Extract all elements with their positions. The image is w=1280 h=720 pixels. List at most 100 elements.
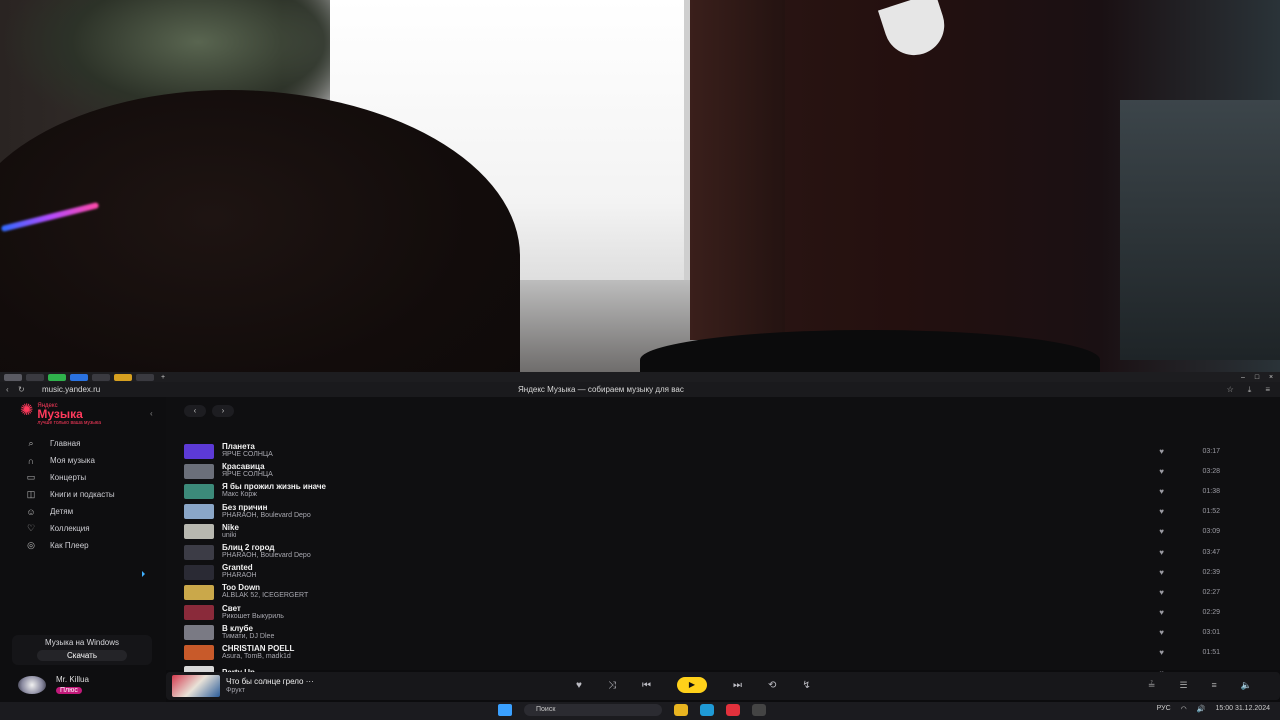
- back-button[interactable]: ‹: [184, 405, 206, 417]
- clock[interactable]: 15:00 31.12.2024: [1215, 705, 1270, 713]
- track-artist[interactable]: ЯРЧЕ СОЛНЦА: [222, 451, 273, 459]
- next-icon[interactable]: ⏭: [733, 680, 742, 691]
- track-cover[interactable]: [184, 483, 214, 499]
- track-row[interactable]: В клубе Тимати, DJ Dlee ♥ 03:01: [184, 623, 1260, 643]
- bookmark-icon[interactable]: ☆: [1227, 385, 1234, 395]
- like-icon[interactable]: ♥: [1159, 608, 1164, 617]
- app-icon[interactable]: [752, 704, 766, 716]
- folder-icon[interactable]: [674, 704, 688, 716]
- track-cover[interactable]: [184, 625, 214, 641]
- track-row[interactable]: Свет Рикошет Выкуриль ♥ 02:29: [184, 603, 1260, 623]
- track-cover[interactable]: [184, 463, 214, 479]
- like-icon[interactable]: ♥: [1159, 467, 1164, 476]
- speed-icon[interactable]: ↯: [802, 680, 810, 691]
- track-title[interactable]: Блиц 2 город: [222, 544, 311, 552]
- track-row[interactable]: Красавица ЯРЧЕ СОЛНЦА ♥ 03:28: [184, 461, 1260, 481]
- sidebar-item-books[interactable]: ◫ Книги и подкасты: [24, 486, 115, 503]
- sidebar-item-collection[interactable]: ♡ Коллекция: [24, 520, 115, 537]
- tab-orange[interactable]: [114, 373, 132, 381]
- maximize-icon[interactable]: □: [1252, 374, 1262, 381]
- downloads-icon[interactable]: ⤓: [1248, 385, 1252, 395]
- edge-icon[interactable]: [700, 704, 714, 716]
- like-icon[interactable]: ♥: [1159, 527, 1164, 536]
- like-icon[interactable]: ♥: [1159, 548, 1164, 557]
- track-cover[interactable]: [184, 564, 214, 580]
- track-row[interactable]: Без причин PHARAOH, Boulevard Depo ♥ 01:52: [184, 502, 1260, 522]
- close-icon[interactable]: ×: [1266, 374, 1276, 381]
- now-playing-cover[interactable]: [172, 675, 220, 697]
- volume-icon[interactable]: 🔈: [1241, 680, 1252, 691]
- track-title[interactable]: Свет: [222, 604, 284, 613]
- sidebar-item-concerts[interactable]: ▭ Концерты: [24, 469, 115, 486]
- previous-icon[interactable]: ⏮: [642, 680, 651, 691]
- sidebar-item-my-music[interactable]: ∩ Моя музыка: [24, 452, 115, 469]
- minimize-icon[interactable]: –: [1238, 374, 1248, 381]
- like-icon[interactable]: ♥: [1159, 447, 1164, 456]
- track-cover[interactable]: [184, 584, 214, 600]
- reload-icon[interactable]: ↻: [18, 385, 30, 394]
- like-icon[interactable]: ♥: [1159, 588, 1164, 597]
- sidebar-item-kids[interactable]: ☺ Детям: [24, 503, 115, 520]
- more-options-icon[interactable]: ···: [306, 677, 314, 686]
- track-artist[interactable]: Макс Корж: [222, 491, 326, 499]
- user-profile[interactable]: Mr. Killua Плюс: [18, 675, 89, 694]
- tab-green[interactable]: [48, 373, 66, 381]
- track-row[interactable]: CHRISTIAN POELL Asura, TomB, madk1d ♥ 01:51: [184, 643, 1260, 663]
- track-artist[interactable]: ALBLAK 52, ICEGERGERT: [222, 592, 308, 600]
- download-button[interactable]: Скачать: [37, 650, 127, 661]
- wifi-icon[interactable]: ◠: [1181, 705, 1187, 713]
- collapse-sidebar-icon[interactable]: ‹: [150, 409, 153, 418]
- track-row[interactable]: Granted PHARAOH ♥ 02:39: [184, 562, 1260, 582]
- track-cover[interactable]: [184, 645, 214, 661]
- yandex-icon[interactable]: [726, 704, 740, 716]
- taskbar-search[interactable]: Поиск: [524, 704, 662, 716]
- track-cover[interactable]: [184, 544, 214, 560]
- avatar[interactable]: [18, 675, 46, 694]
- track-cover[interactable]: [184, 504, 214, 520]
- track-artist[interactable]: ЯРЧЕ СОЛНЦА: [222, 471, 273, 479]
- track-cover[interactable]: [184, 524, 214, 540]
- track-cover[interactable]: [184, 443, 214, 459]
- shuffle-icon[interactable]: ⤨: [608, 680, 616, 691]
- like-icon[interactable]: ♥: [1159, 507, 1164, 516]
- plus-badge[interactable]: Плюс: [56, 687, 82, 694]
- like-icon[interactable]: ♥: [1159, 648, 1164, 657]
- tab-blank[interactable]: [26, 373, 44, 381]
- tab-refresh[interactable]: [92, 373, 110, 381]
- track-title[interactable]: CHRISTIAN POELL: [222, 644, 294, 653]
- track-artist[interactable]: Asura, TomB, madk1d: [222, 653, 294, 661]
- queue-icon[interactable]: ☰: [1179, 680, 1187, 691]
- track-title[interactable]: Красавица: [222, 463, 273, 471]
- track-title[interactable]: Nike: [222, 523, 239, 532]
- sidebar-item-home[interactable]: ⌕ Главная: [24, 435, 115, 452]
- menu-icon[interactable]: ≡: [1265, 385, 1270, 395]
- track-row[interactable]: Планета ЯРЧЕ СОЛНЦА ♥ 03:17: [184, 441, 1260, 461]
- track-title[interactable]: Granted: [222, 564, 257, 572]
- track-cover[interactable]: [184, 605, 214, 621]
- track-row[interactable]: Блиц 2 город PHARAOH, Boulevard Depo ♥ 03:4…: [184, 542, 1260, 562]
- sound-icon[interactable]: 🔊: [1197, 705, 1206, 713]
- track-row[interactable]: Я бы прожил жизнь иначе Макс Корж ♥ 01:38: [184, 481, 1260, 501]
- tab-other[interactable]: [136, 373, 154, 381]
- track-title[interactable]: Без причин: [222, 503, 311, 512]
- address-field[interactable]: music.yandex.ru: [42, 385, 162, 394]
- track-title[interactable]: Планета: [222, 443, 273, 451]
- like-icon[interactable]: ♥: [1159, 628, 1164, 637]
- track-artist[interactable]: PHARAOH, Boulevard Depo: [222, 512, 311, 520]
- back-arrow-icon[interactable]: ‹: [6, 385, 18, 394]
- start-icon[interactable]: [498, 704, 512, 716]
- equalizer-icon[interactable]: ≡: [1212, 680, 1217, 691]
- like-icon[interactable]: ♥: [1159, 568, 1164, 577]
- track-artist[interactable]: PHARAOH: [222, 572, 257, 580]
- track-title[interactable]: Too Down: [222, 584, 308, 592]
- tab-music[interactable]: [4, 373, 22, 381]
- new-tab-icon[interactable]: +: [158, 374, 168, 381]
- track-artist[interactable]: Тимати, DJ Dlee: [222, 633, 274, 641]
- track-artist[interactable]: uniki: [222, 532, 239, 540]
- forward-button[interactable]: ›: [212, 405, 234, 417]
- play-button[interactable]: ▶: [676, 677, 707, 693]
- like-icon[interactable]: ♥: [1159, 487, 1164, 496]
- dislike-icon[interactable]: ♥: [576, 680, 582, 691]
- repeat-icon[interactable]: ⟲: [768, 680, 776, 691]
- lyrics-icon[interactable]: ≟: [1148, 680, 1156, 691]
